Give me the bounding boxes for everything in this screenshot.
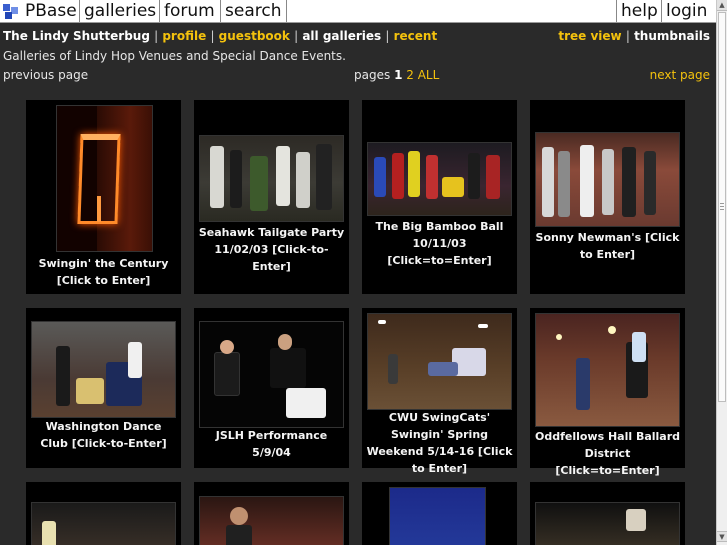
view-mode-links: tree view | thumbnails [558, 29, 710, 43]
page-2-link[interactable]: 2 [406, 68, 414, 82]
gallery-description: Galleries of Lindy Hop Venues and Specia… [3, 49, 346, 63]
tree-view-link[interactable]: tree view [558, 29, 621, 43]
all-galleries-label: all galleries [302, 29, 382, 43]
gallery-tile[interactable]: Oddfellows Hall Ballard District [Click=… [530, 308, 685, 477]
pbase-logo-icon [3, 4, 21, 19]
gallery-tile[interactable] [26, 482, 181, 545]
gallery-title[interactable]: Oddfellows Hall Ballard District [Click=… [534, 428, 681, 479]
gallery-thumbnail[interactable] [535, 502, 680, 545]
gallery-tile[interactable]: Seahawk Tailgate Party 11/02/03 [Click-t… [194, 100, 349, 294]
pages-label: pages [354, 68, 391, 82]
gallery-title[interactable]: Washington Dance Club [Click-to-Enter] [30, 418, 177, 452]
guestbook-link[interactable]: guestbook [219, 29, 290, 43]
gallery-tile[interactable]: Swingin' the Century [Click to Enter] [26, 100, 181, 294]
gallery-tile[interactable]: JSLH Performance 5/9/04 [194, 308, 349, 468]
gallery-tile[interactable] [362, 482, 517, 545]
gallery-thumbnail[interactable] [389, 487, 486, 545]
gallery-tile[interactable] [530, 482, 685, 545]
pbase-logo-text: PBase [25, 1, 77, 21]
gallery-title[interactable]: Sonny Newman's [Click to Enter] [534, 229, 681, 263]
gallery-tile[interactable]: CWU SwingCats' Swingin' Spring Weekend 5… [362, 308, 517, 475]
gallery-thumbnail[interactable] [535, 132, 680, 227]
gallery-title[interactable]: JSLH Performance 5/9/04 [198, 427, 345, 461]
recent-link[interactable]: recent [394, 29, 438, 43]
nav-forum[interactable]: forum [160, 0, 221, 22]
gallery-thumbnail[interactable] [367, 313, 512, 410]
gallery-tile[interactable] [194, 482, 349, 545]
nav-search[interactable]: search [221, 0, 287, 22]
gallery-tile[interactable]: Washington Dance Club [Click-to-Enter] [26, 308, 181, 468]
thumbnails-label: thumbnails [634, 29, 710, 43]
nav-galleries[interactable]: galleries [80, 0, 160, 22]
page-all-link[interactable]: ALL [418, 68, 440, 82]
gallery-tile[interactable]: The Big Bamboo Ball 10/11/03 [Click=to=E… [362, 100, 517, 294]
gallery-tile[interactable]: Sonny Newman's [Click to Enter] [530, 100, 685, 294]
page-selector: pages 1 2 ALL [354, 68, 439, 82]
gallery-title[interactable]: Seahawk Tailgate Party 11/02/03 [Click-t… [198, 224, 345, 275]
site-nav-bar: PBase galleries forum search help login [0, 0, 716, 23]
previous-page-label: previous page [3, 68, 89, 82]
profile-link[interactable]: profile [162, 29, 206, 43]
pbase-logo[interactable]: PBase [0, 0, 80, 22]
gallery-header-links: The Lindy Shutterbug | profile | guestbo… [3, 29, 438, 43]
gallery-thumbnail[interactable] [56, 105, 153, 252]
gallery-thumbnail[interactable] [31, 502, 176, 545]
next-page-link[interactable]: next page [650, 68, 710, 82]
scroll-down-icon[interactable]: ▼ [717, 531, 727, 542]
gallery-title[interactable]: The Big Bamboo Ball 10/11/03 [Click=to=E… [366, 218, 513, 269]
gallery-title[interactable]: CWU SwingCats' Swingin' Spring Weekend 5… [366, 409, 513, 477]
page-current: 1 [394, 68, 403, 82]
nav-login[interactable]: login [662, 0, 716, 22]
gallery-thumbnail[interactable] [31, 321, 176, 418]
scroll-thumb[interactable] [718, 12, 726, 402]
gallery-thumbnail[interactable] [199, 321, 344, 428]
scroll-up-icon[interactable]: ▲ [717, 0, 727, 11]
gallery-thumbnail[interactable] [535, 313, 680, 427]
gallery-thumbnail[interactable] [199, 135, 344, 222]
gallery-thumbnail[interactable] [367, 142, 512, 216]
gallery-title[interactable]: Swingin' the Century [Click to Enter] [30, 255, 177, 289]
owner-name[interactable]: The Lindy Shutterbug [3, 29, 150, 43]
gallery-thumbnail[interactable] [199, 496, 344, 545]
vertical-scrollbar[interactable]: ▲ ▼ [716, 0, 727, 545]
nav-help[interactable]: help [616, 0, 662, 22]
